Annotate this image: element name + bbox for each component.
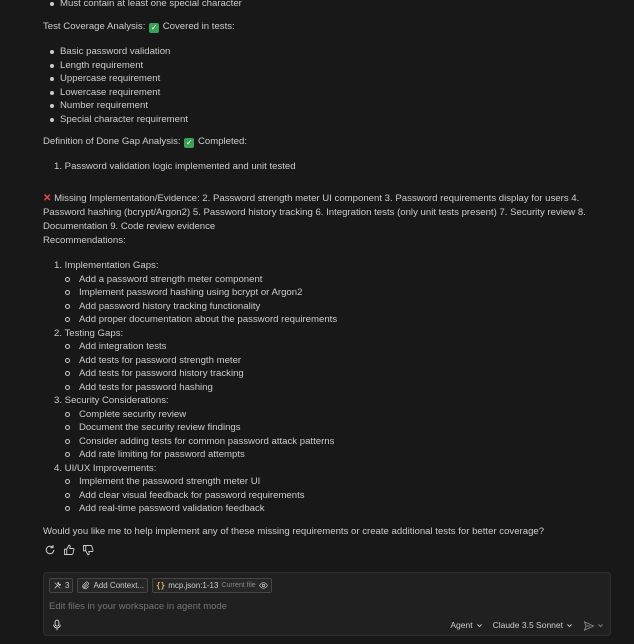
- list-item: Add rate limiting for password attempts: [43, 448, 337, 462]
- file-chip-label: mcp.json:1-13: [168, 580, 219, 590]
- thumbs-up-icon: [63, 544, 74, 555]
- closing-question: Would you like me to help implement any …: [43, 526, 545, 537]
- requirements-list-tail: Must contain at least one special charac…: [43, 0, 242, 11]
- add-context-button[interactable]: Add Context...: [77, 578, 149, 593]
- completed-text: Password validation logic implemented an…: [64, 161, 296, 172]
- list-item: Add integration tests: [43, 340, 337, 354]
- section-items: Implement the password strength meter UI…: [43, 475, 337, 516]
- section-items: Add a password strength meter component …: [43, 273, 337, 327]
- list-item: Uppercase requirement: [43, 72, 188, 86]
- section-items: Complete security review Document the se…: [43, 408, 337, 462]
- list-item: Add tests for password hashing: [43, 381, 337, 395]
- microphone-icon[interactable]: [51, 619, 63, 631]
- list-number: 2.: [53, 327, 62, 339]
- dod-heading-line: Definition of Done Gap Analysis: ✓ Compl…: [43, 135, 247, 149]
- recommendations-list: 1. Implementation Gaps: Add a password s…: [43, 259, 337, 516]
- recommendation-section: 3. Security Considerations: Complete sec…: [43, 394, 337, 462]
- missing-evidence-paragraph: ✕ Missing Implementation/Evidence: 2. Pa…: [43, 192, 615, 234]
- chevron-down-icon: [476, 624, 482, 628]
- add-context-label: Add Context...: [93, 580, 145, 590]
- list-number: 3.: [53, 395, 62, 406]
- list-item: Document the security review findings: [43, 421, 337, 435]
- recommendation-section: 4. UI/UX Improvements: Implement the pas…: [43, 462, 337, 516]
- context-chips: 3 Add Context... {} mcp.json:1-13 Curren…: [49, 578, 272, 593]
- mode-label: Agent: [450, 620, 473, 630]
- list-number: 1.: [53, 260, 62, 271]
- chevron-down-icon: [598, 624, 603, 628]
- list-item: Add real-time password validation feedba…: [43, 502, 337, 516]
- list-item: Add password history tracking functional…: [43, 300, 337, 314]
- list-item: Add tests for password strength meter: [43, 354, 337, 368]
- coverage-heading: Test Coverage Analysis:: [43, 21, 146, 32]
- recommendations-heading: Recommendations:: [43, 235, 126, 246]
- cross-mark-icon: ✕: [43, 192, 52, 204]
- recommendation-section: 1. Implementation Gaps: Add a password s…: [43, 259, 337, 327]
- send-button[interactable]: [583, 620, 604, 632]
- tools-button[interactable]: 3: [49, 578, 74, 593]
- covered-tests-list: Basic password validation Length require…: [43, 45, 188, 126]
- list-item: Must contain at least one special charac…: [43, 0, 242, 11]
- list-item: Complete security review: [43, 408, 337, 422]
- json-file-icon: {}: [156, 580, 166, 590]
- model-dropdown[interactable]: Claude 3.5 Sonnet: [493, 619, 573, 633]
- chat-input[interactable]: [49, 599, 589, 613]
- retry-icon: [45, 544, 54, 554]
- section-items: Add integration tests Add tests for pass…: [43, 340, 337, 394]
- tools-icon: [54, 581, 62, 589]
- list-item: Implement the password strength meter UI: [43, 475, 337, 489]
- list-item: Add a password strength meter component: [43, 273, 337, 287]
- list-item: Consider adding tests for common passwor…: [43, 435, 337, 449]
- response-actions: [43, 543, 94, 556]
- coverage-heading-line: Test Coverage Analysis: ✓ Covered in tes…: [43, 20, 235, 34]
- thumbs-up-button[interactable]: [62, 543, 75, 556]
- chat-input-panel: 3 Add Context... {} mcp.json:1-13 Curren…: [43, 572, 611, 636]
- coverage-status: Covered in tests:: [162, 21, 235, 32]
- list-number: 1.: [53, 161, 62, 172]
- current-file-chip[interactable]: {} mcp.json:1-13 Current file: [152, 578, 272, 593]
- list-item: Add proper documentation about the passw…: [43, 313, 337, 327]
- eye-icon[interactable]: [258, 581, 268, 590]
- paperclip-icon: [82, 581, 90, 590]
- chevron-down-icon: [567, 624, 572, 628]
- recommendation-section: 2. Testing Gaps: Add integration tests A…: [43, 327, 337, 395]
- retry-button[interactable]: [43, 543, 56, 556]
- section-title: UI/UX Improvements:: [64, 462, 157, 474]
- thumbs-down-button[interactable]: [81, 543, 94, 556]
- section-title: Security Considerations:: [64, 395, 169, 406]
- list-number: 4.: [53, 462, 62, 474]
- list-item: Special character requirement: [43, 113, 188, 127]
- check-mark-icon: ✓: [184, 138, 195, 148]
- file-chip-desc: Current file: [221, 581, 256, 589]
- list-item: Implement password hashing using bcrypt …: [43, 286, 337, 300]
- list-item: Add tests for password history tracking: [43, 367, 337, 381]
- thumbs-down-icon: [82, 544, 93, 555]
- check-mark-icon: ✓: [149, 23, 160, 33]
- model-label: Claude 3.5 Sonnet: [492, 620, 563, 630]
- tools-count: 3: [65, 580, 70, 590]
- completed-item: 1. Password validation logic implemented…: [43, 160, 296, 174]
- chat-response: Must contain at least one special charac…: [0, 0, 634, 568]
- input-toolbar-right: Agent Claude 3.5 Sonnet: [450, 619, 604, 633]
- list-item: Basic password validation: [43, 45, 188, 59]
- list-item: Lowercase requirement: [43, 86, 188, 100]
- section-title: Testing Gaps:: [64, 327, 124, 339]
- dod-status: Completed:: [197, 136, 247, 147]
- section-title: Implementation Gaps:: [64, 260, 159, 271]
- missing-text: Missing Implementation/Evidence: 2. Pass…: [43, 192, 586, 232]
- list-item: Add clear visual feedback for password r…: [43, 489, 337, 503]
- list-item: Length requirement: [43, 59, 188, 73]
- dod-heading: Definition of Done Gap Analysis:: [43, 136, 181, 147]
- mode-dropdown[interactable]: Agent: [450, 619, 482, 633]
- send-icon: [583, 620, 595, 631]
- list-item: Number requirement: [43, 99, 188, 113]
